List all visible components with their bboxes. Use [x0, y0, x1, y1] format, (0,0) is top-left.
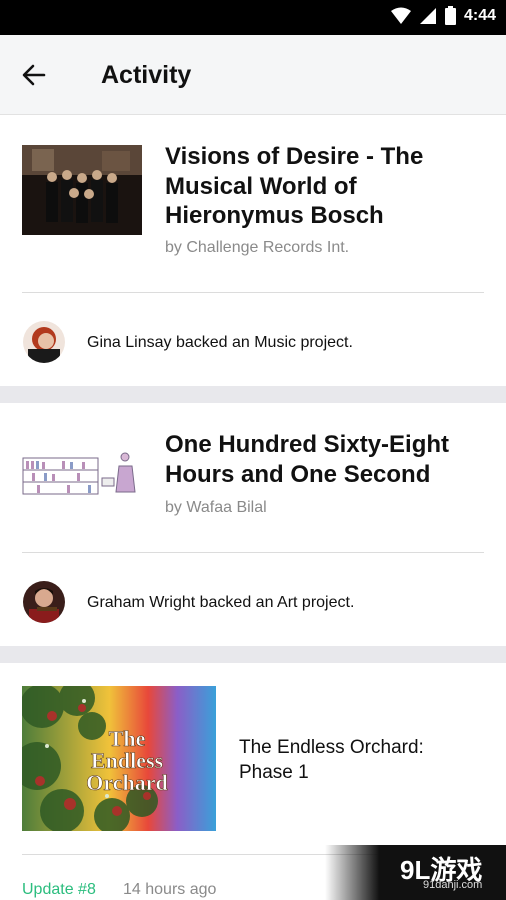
- status-bar: 4:44: [0, 0, 506, 35]
- activity-card[interactable]: Visions of Desire - The Musical World of…: [0, 116, 506, 386]
- project-thumbnail[interactable]: The Endless Orchard: [22, 686, 216, 831]
- wifi-icon: [390, 7, 411, 24]
- project-title[interactable]: Visions of Desire - The Musical World of…: [165, 142, 495, 231]
- section-gap: [0, 386, 506, 403]
- watermark-site: 91danji.com: [423, 879, 483, 891]
- backer-activity-text: Gina Linsay backed an Music project.: [87, 334, 353, 351]
- update-number[interactable]: Update #8: [22, 881, 96, 899]
- update-timestamp: 14 hours ago: [123, 881, 217, 898]
- project-title[interactable]: One Hundred Sixty-Eight Hours and One Se…: [165, 430, 495, 489]
- project-thumbnail[interactable]: [22, 448, 142, 498]
- activity-card[interactable]: One Hundred Sixty-Eight Hours and One Se…: [0, 403, 506, 646]
- battery-icon: [444, 6, 456, 25]
- project-creator: by Challenge Records Int.: [165, 239, 350, 256]
- divider: [22, 552, 484, 553]
- section-gap: [0, 646, 506, 663]
- page-title: Activity: [101, 61, 192, 89]
- project-title[interactable]: The Endless Orchard: Phase 1: [239, 735, 479, 785]
- status-time: 4:44: [463, 6, 496, 24]
- status-icons: 4:44: [390, 6, 496, 25]
- app-bar: Activity: [0, 35, 506, 115]
- back-arrow-icon[interactable]: [18, 59, 50, 91]
- project-creator: by Wafaa Bilal: [165, 499, 267, 516]
- divider: [22, 292, 484, 293]
- backer-activity-text: Graham Wright backed an Art project.: [87, 594, 355, 611]
- avatar[interactable]: [23, 581, 65, 623]
- project-thumbnail[interactable]: [22, 145, 142, 235]
- signal-icon: [419, 7, 436, 24]
- avatar[interactable]: [23, 321, 65, 363]
- thumbnail-title-text: Orchard: [86, 770, 167, 795]
